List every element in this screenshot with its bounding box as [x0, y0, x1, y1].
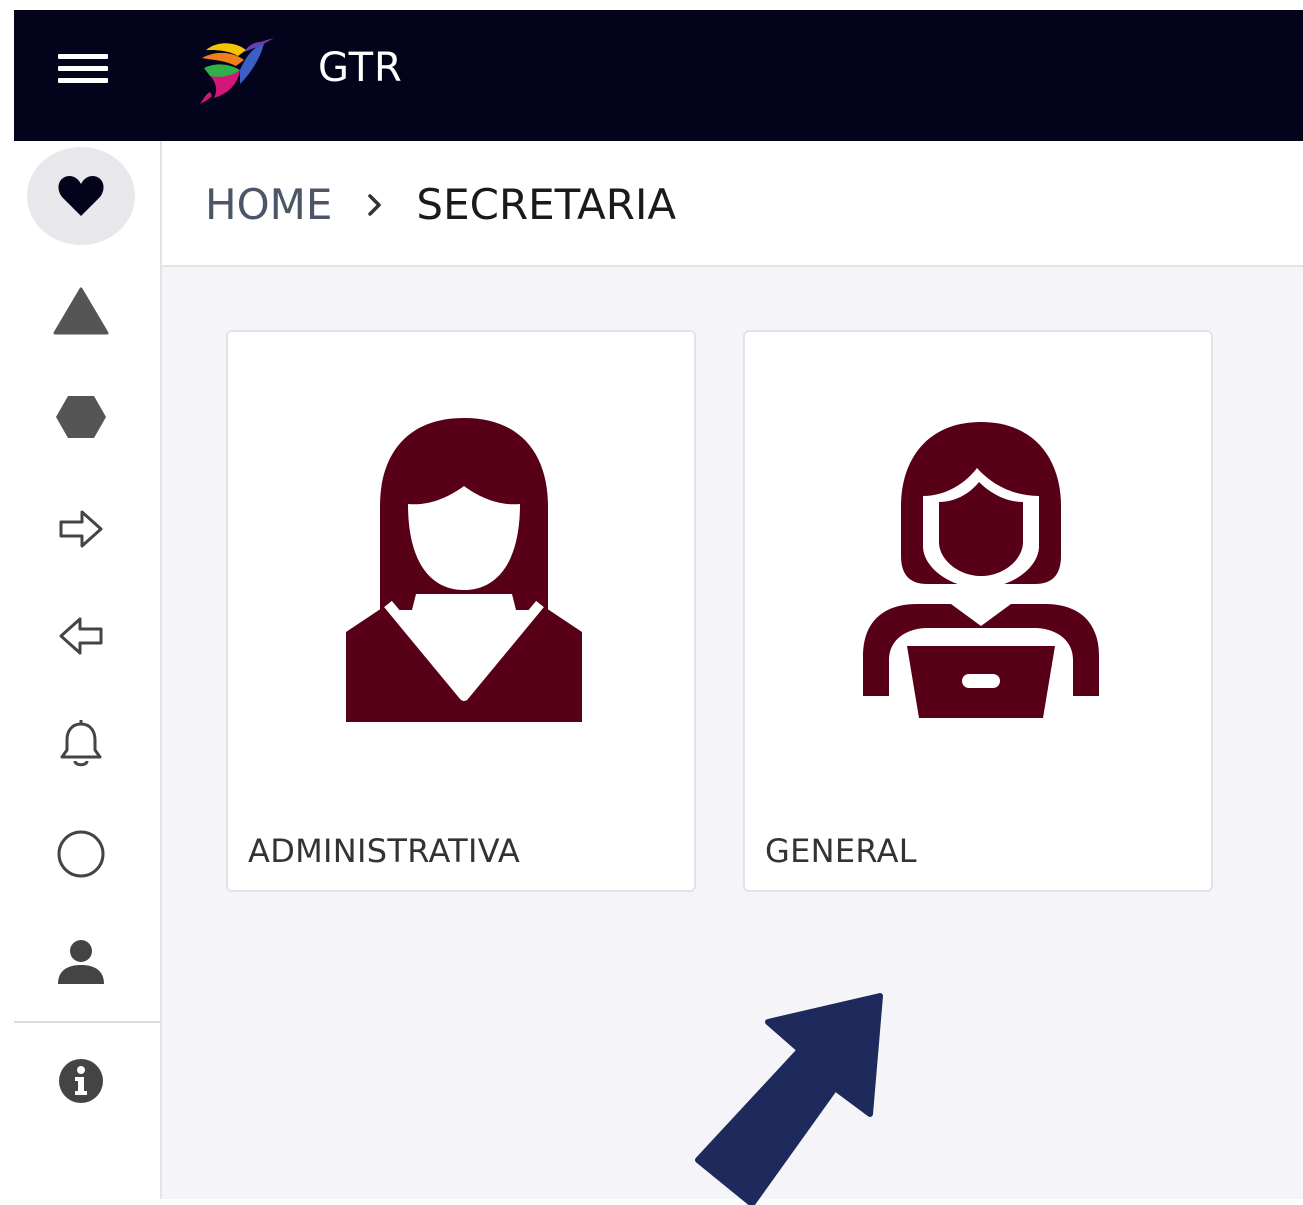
hummingbird-logo[interactable]	[188, 32, 278, 104]
card-administrativa[interactable]: ADMINISTRATIVA	[226, 330, 696, 892]
sidebar-item-triangle[interactable]	[27, 262, 135, 360]
hexagon-icon	[56, 396, 106, 438]
sidebar-item-back[interactable]	[27, 587, 135, 685]
breadcrumb-current: SECRETARIA	[416, 180, 677, 229]
sidebar-item-info[interactable]	[27, 1032, 135, 1130]
sidebar-item-circle[interactable]	[27, 805, 135, 903]
page-header: HOME SECRETARIA	[162, 141, 1303, 267]
chevron-right-icon	[368, 194, 382, 216]
sidebar-item-hexagon[interactable]	[27, 368, 135, 466]
breadcrumb-home-link[interactable]: HOME	[205, 181, 332, 229]
arrow-right-outline-icon	[59, 510, 103, 548]
triangle-icon	[53, 287, 109, 335]
card-label: GENERAL	[765, 832, 917, 870]
card-general[interactable]: GENERAL	[743, 330, 1213, 892]
heart-icon	[58, 176, 104, 216]
sidebar-item-profile[interactable]	[27, 913, 135, 1011]
sidebar	[14, 141, 162, 1199]
sidebar-item-notifications[interactable]	[27, 695, 135, 793]
info-icon	[59, 1059, 103, 1103]
app-title: GTR	[318, 45, 403, 91]
sidebar-item-forward[interactable]	[27, 480, 135, 578]
card-label: ADMINISTRATIVA	[248, 832, 521, 870]
circle-outline-icon	[57, 830, 105, 878]
woman-administrative-icon	[346, 418, 582, 722]
sidebar-divider	[14, 1021, 160, 1023]
user-icon	[58, 940, 104, 984]
arrow-left-outline-icon	[59, 617, 103, 655]
bell-icon	[60, 720, 102, 767]
top-bar: GTR	[14, 10, 1303, 141]
sidebar-item-favorites[interactable]	[27, 147, 135, 245]
woman-laptop-icon	[863, 422, 1099, 718]
pointer-arrow-icon	[695, 993, 883, 1205]
breadcrumb: HOME SECRETARIA	[205, 181, 676, 229]
hamburger-menu-icon[interactable]	[58, 54, 108, 90]
